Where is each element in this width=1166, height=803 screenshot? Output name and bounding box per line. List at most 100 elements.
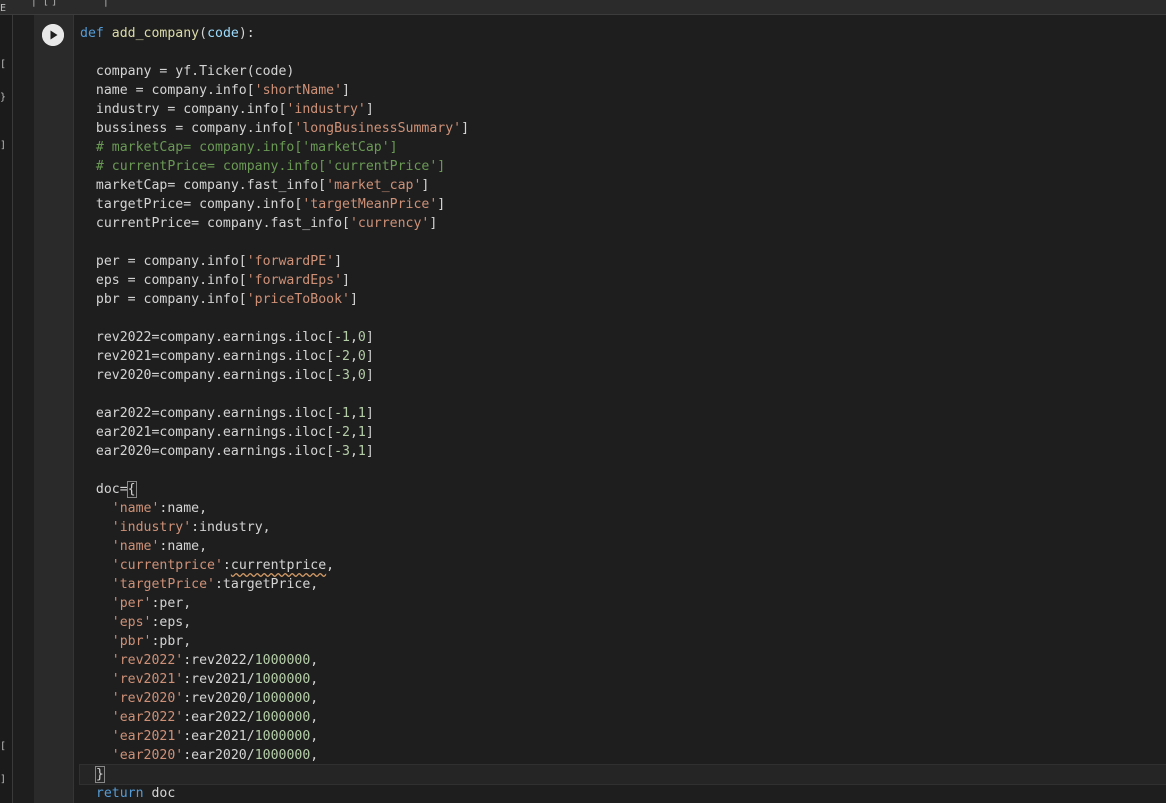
code-token: 'targetPrice': [111, 577, 215, 592]
code-line[interactable]: def add_company(code):: [80, 24, 1166, 43]
code-token: 'industry': [111, 520, 192, 535]
code-token: ]: [342, 273, 350, 288]
code-line[interactable]: name = company.info['shortName']: [80, 81, 1166, 100]
code-line[interactable]: 'name':name,: [80, 537, 1166, 556]
code-line[interactable]: eps = company.info['forwardEps']: [80, 271, 1166, 290]
code-token: rev2021=company.earnings.iloc[: [80, 349, 335, 364]
code-editor[interactable]: def add_company(code): company = yf.Tick…: [79, 24, 1166, 803]
code-token: ]: [365, 368, 374, 383]
code-token: 'priceToBook': [246, 292, 350, 307]
code-line[interactable]: company = yf.Ticker(code): [80, 62, 1166, 81]
code-line[interactable]: ear2022=company.earnings.iloc[-1,1]: [80, 404, 1166, 423]
code-token: eps = company.info[: [80, 273, 247, 288]
toolbar-fragment: |: [104, 0, 108, 7]
code-line[interactable]: [80, 43, 1166, 62]
code-line[interactable]: [80, 385, 1166, 404]
rail-glyph: }: [0, 92, 7, 103]
code-token: 1000000: [254, 653, 311, 668]
code-line[interactable]: [80, 233, 1166, 252]
code-token: ]: [429, 216, 438, 231]
code-token: # marketCap= company.info['marketCap']: [80, 140, 398, 155]
code-token: 'name': [111, 501, 160, 516]
toolbar-fragment: [ ]: [44, 0, 57, 7]
code-line[interactable]: doc={: [80, 480, 1166, 499]
run-cell-button[interactable]: [42, 24, 64, 46]
code-line[interactable]: # marketCap= company.info['marketCap']: [80, 138, 1166, 157]
code-line[interactable]: rev2022=company.earnings.iloc[-1,0]: [80, 328, 1166, 347]
code-line[interactable]: 'ear2020':ear2020/1000000,: [80, 746, 1166, 765]
code-line[interactable]: rev2020=company.earnings.iloc[-3,0]: [80, 366, 1166, 385]
code-line[interactable]: [80, 461, 1166, 480]
code-token: :eps,: [151, 615, 192, 630]
code-token: ,: [310, 691, 319, 706]
code-line[interactable]: 'eps':eps,: [80, 613, 1166, 632]
code-token: :pbr,: [151, 634, 192, 649]
code-line[interactable]: }: [79, 764, 1166, 785]
code-token: ]: [365, 444, 374, 459]
code-line[interactable]: per = company.info['forwardPE']: [80, 252, 1166, 271]
code-line[interactable]: 'name':name,: [80, 499, 1166, 518]
code-token: :rev2022/: [183, 653, 255, 668]
code-token: 'eps': [111, 615, 152, 630]
code-line[interactable]: # currentPrice= company.info['currentPri…: [80, 157, 1166, 176]
code-line[interactable]: 'rev2020':rev2020/1000000,: [80, 689, 1166, 708]
code-token: 'longBusinessSummary': [294, 121, 462, 136]
rail-glyph: E: [0, 3, 7, 14]
code-token: ]: [365, 425, 374, 440]
code-line[interactable]: currentPrice= company.fast_info['currenc…: [80, 214, 1166, 233]
code-token: :: [222, 558, 231, 573]
code-line[interactable]: marketCap= company.fast_info['market_cap…: [80, 176, 1166, 195]
code-token: code: [207, 26, 239, 41]
code-token: :rev2020/: [183, 691, 255, 706]
code-line[interactable]: [80, 309, 1166, 328]
code-token: ,: [326, 558, 335, 573]
code-token: 0: [357, 368, 366, 383]
rail-glyph: [: [0, 741, 7, 752]
rail-glyph: ]: [0, 140, 7, 151]
code-token: doc=: [80, 482, 128, 497]
code-token: :ear2021/: [183, 729, 255, 744]
code-token: -3: [334, 368, 350, 383]
code-token: doc: [151, 786, 176, 801]
code-line[interactable]: 'rev2021':rev2021/1000000,: [80, 670, 1166, 689]
code-cell[interactable]: def add_company(code): company = yf.Tick…: [34, 15, 1166, 803]
code-token: :ear2022/: [183, 710, 255, 725]
cell-gutter: [34, 15, 74, 803]
code-token: ]: [334, 254, 343, 269]
code-token: 1: [357, 406, 366, 421]
code-token: -1: [334, 406, 350, 421]
code-token: ,: [310, 729, 319, 744]
code-line[interactable]: ear2021=company.earnings.iloc[-2,1]: [80, 423, 1166, 442]
code-line[interactable]: 'targetPrice':targetPrice,: [80, 575, 1166, 594]
code-line[interactable]: bussiness = company.info['longBusinessSu…: [80, 119, 1166, 138]
code-line[interactable]: 'ear2022':ear2022/1000000,: [80, 708, 1166, 727]
code-token: ]: [365, 102, 374, 117]
code-line[interactable]: 'currentprice':currentprice,: [80, 556, 1166, 575]
code-line[interactable]: 'industry':industry,: [80, 518, 1166, 537]
code-line[interactable]: rev2021=company.earnings.iloc[-2,0]: [80, 347, 1166, 366]
code-token: 'industry': [286, 102, 366, 117]
code-token: 1000000: [254, 748, 311, 763]
code-line[interactable]: ear2020=company.earnings.iloc[-3,1]: [80, 442, 1166, 461]
code-line[interactable]: 'per':per,: [80, 594, 1166, 613]
code-line[interactable]: 'rev2022':rev2022/1000000,: [80, 651, 1166, 670]
code-token: ,: [349, 425, 358, 440]
code-line[interactable]: return doc: [80, 784, 1166, 803]
code-token: ]: [349, 292, 358, 307]
code-token: currentPrice= company.fast_info[: [80, 216, 350, 231]
code-line[interactable]: industry = company.info['industry']: [80, 100, 1166, 119]
code-line[interactable]: targetPrice= company.info['targetMeanPri…: [80, 195, 1166, 214]
code-token: ]: [365, 406, 374, 421]
code-line[interactable]: 'pbr':pbr,: [80, 632, 1166, 651]
code-token: ,: [349, 330, 358, 345]
code-token: per = company.info[: [80, 254, 247, 269]
code-token: :per,: [151, 596, 192, 611]
code-line[interactable]: 'ear2021':ear2021/1000000,: [80, 727, 1166, 746]
code-line[interactable]: pbr = company.info['priceToBook']: [80, 290, 1166, 309]
code-token: {: [126, 481, 137, 498]
